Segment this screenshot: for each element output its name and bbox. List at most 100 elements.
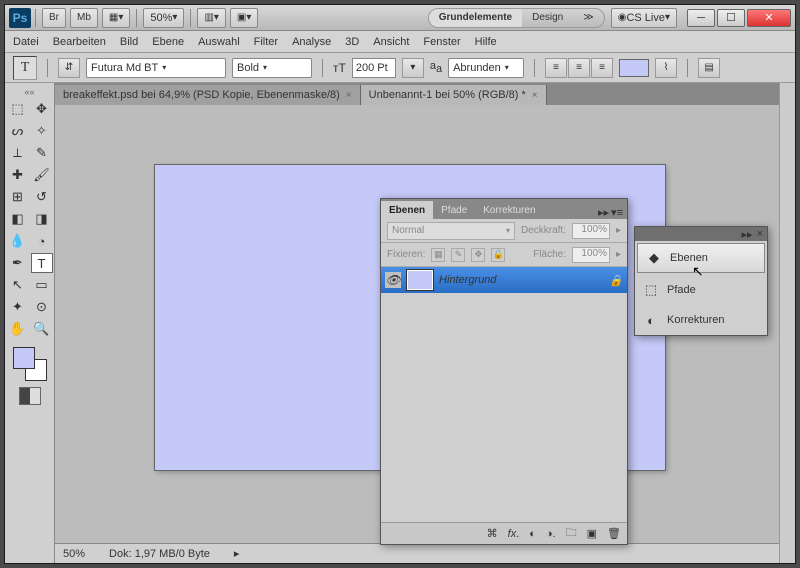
3d-tool[interactable]: ✦	[7, 297, 29, 317]
layer-group-icon[interactable]: 🗀	[566, 524, 577, 543]
flyout-close-icon[interactable]: ×	[757, 228, 763, 240]
flyout-item-pfade[interactable]: ⬚ Pfade	[635, 275, 767, 305]
menu-bearbeiten[interactable]: Bearbeiten	[53, 36, 106, 48]
menu-datei[interactable]: Datei	[13, 36, 39, 48]
zoom-tool[interactable]: 🔍	[31, 319, 53, 339]
cslive-button[interactable]: ◉ CS Live ▾	[611, 8, 677, 28]
workspace-switcher[interactable]: Grundelemente Design ≫	[428, 8, 605, 28]
brush-tool[interactable]: 🖌	[31, 165, 53, 185]
marquee-tool[interactable]: ⬚	[7, 99, 29, 119]
panel-tab-ebenen[interactable]: Ebenen	[381, 201, 433, 219]
dodge-tool[interactable]: ◔	[31, 231, 53, 251]
vertical-scrollbar[interactable]	[779, 83, 795, 563]
menu-bild[interactable]: Bild	[120, 36, 138, 48]
delete-layer-icon[interactable]: 🗑	[607, 527, 621, 540]
3d-camera-tool[interactable]: ⊙	[31, 297, 53, 317]
link-layers-icon[interactable]: ⌘	[487, 527, 498, 540]
text-orientation-button[interactable]: ⇵	[58, 58, 80, 78]
layers-panel[interactable]: Ebenen Pfade Korrekturen ▸▸▾≡ Normal Dec…	[380, 198, 628, 545]
doc-tab-2[interactable]: Unbenannt-1 bei 50% (RGB/8) *×	[361, 85, 547, 105]
arrange-button[interactable]: ▥▾	[197, 8, 225, 28]
align-left-button[interactable]: ≡	[545, 58, 567, 78]
screenmode-button[interactable]: ▣▾	[230, 8, 258, 28]
color-swatches[interactable]	[13, 347, 47, 381]
align-right-button[interactable]: ≡	[591, 58, 613, 78]
visibility-icon[interactable]: 👁	[385, 272, 401, 288]
opacity-input[interactable]: 100%	[572, 223, 610, 239]
menu-ebene[interactable]: Ebene	[152, 36, 184, 48]
status-zoom[interactable]: 50%	[63, 548, 85, 560]
character-panel-button[interactable]: ▤	[698, 58, 720, 78]
bridge-button[interactable]: Br	[42, 8, 66, 28]
lock-all-icon[interactable]: 🔒	[491, 248, 505, 262]
menu-analyse[interactable]: Analyse	[292, 36, 331, 48]
fill-arrow-icon[interactable]: ▸	[616, 249, 621, 260]
lock-pixels-icon[interactable]: ▦	[431, 248, 445, 262]
menu-ansicht[interactable]: Ansicht	[373, 36, 409, 48]
blur-tool[interactable]: 💧	[7, 231, 29, 251]
status-docsize[interactable]: Dok: 1,97 MB/0 Byte	[109, 548, 210, 560]
layers-empty-area[interactable]	[381, 293, 627, 522]
new-layer-icon[interactable]: ▣	[587, 527, 597, 540]
panel-tab-pfade[interactable]: Pfade	[433, 201, 475, 219]
gradient-tool[interactable]: ◨	[31, 209, 53, 229]
panel-collapse-icon[interactable]: ▸▸	[598, 206, 609, 219]
close-button[interactable]: ✕	[747, 9, 791, 27]
minimize-button[interactable]: ─	[687, 9, 715, 27]
pen-tool[interactable]: ✒	[7, 253, 29, 273]
panel-flyout[interactable]: ▸▸ × ◆ Ebenen ⬚ Pfade ◐ Korrekturen	[634, 226, 768, 336]
layer-thumbnail[interactable]	[407, 270, 433, 290]
history-brush-tool[interactable]: ↺	[31, 187, 53, 207]
antialias-dropdown[interactable]: Abrunden	[448, 58, 524, 78]
workspace-grundelemente[interactable]: Grundelemente	[429, 9, 522, 27]
view-extras-button[interactable]: ▦▾	[102, 8, 130, 28]
quickmask-button[interactable]	[19, 387, 41, 405]
panel-tab-korrekturen[interactable]: Korrekturen	[475, 201, 543, 219]
opacity-arrow-icon[interactable]: ▸	[616, 225, 621, 236]
minibridge-button[interactable]: Mb	[70, 8, 98, 28]
layer-row-background[interactable]: 👁 Hintergrund 🔒	[381, 267, 627, 293]
warp-text-button[interactable]: ⌇	[655, 58, 677, 78]
fill-input[interactable]: 100%	[572, 247, 610, 263]
menu-filter[interactable]: Filter	[254, 36, 278, 48]
font-weight-dropdown[interactable]: Bold	[232, 58, 312, 78]
flyout-item-ebenen[interactable]: ◆ Ebenen	[637, 243, 765, 273]
panel-menu-icon[interactable]: ▾≡	[611, 206, 623, 219]
toolbox-grip-icon[interactable]: ««	[24, 87, 34, 97]
adjustment-layer-icon[interactable]: ◑.	[546, 528, 556, 540]
close-tab-icon[interactable]: ×	[346, 90, 352, 101]
move-tool[interactable]: ✥	[31, 99, 53, 119]
eyedropper-tool[interactable]: ✎	[31, 143, 53, 163]
zoom-level-dropdown[interactable]: 50% ▾	[143, 8, 184, 28]
flyout-item-korrekturen[interactable]: ◐ Korrekturen	[635, 305, 767, 335]
menu-fenster[interactable]: Fenster	[423, 36, 460, 48]
layer-fx-icon[interactable]: fx.	[508, 528, 520, 540]
crop-tool[interactable]: ⟂	[7, 143, 29, 163]
lock-move-icon[interactable]: ✥	[471, 248, 485, 262]
shape-tool[interactable]: ▭	[31, 275, 53, 295]
menu-auswahl[interactable]: Auswahl	[198, 36, 240, 48]
type-tool[interactable]: T	[31, 253, 53, 273]
path-select-tool[interactable]: ↖	[7, 275, 29, 295]
menu-hilfe[interactable]: Hilfe	[475, 36, 497, 48]
tool-preset-icon[interactable]: T	[13, 56, 37, 80]
foreground-color[interactable]	[13, 347, 35, 369]
blendmode-dropdown[interactable]: Normal	[387, 222, 515, 240]
flyout-collapse-icon[interactable]: ▸▸	[742, 228, 753, 241]
font-size-stepper[interactable]: ▾	[402, 58, 424, 78]
workspace-design[interactable]: Design	[522, 9, 573, 27]
text-color-swatch[interactable]	[619, 59, 649, 77]
healing-tool[interactable]: ✚	[7, 165, 29, 185]
workspace-more[interactable]: ≫	[573, 9, 603, 27]
eraser-tool[interactable]: ◧	[7, 209, 29, 229]
align-center-button[interactable]: ≡	[568, 58, 590, 78]
close-tab-icon[interactable]: ×	[532, 90, 538, 101]
doc-tab-1[interactable]: breakeffekt.psd bei 64,9% (PSD Kopie, Eb…	[55, 85, 361, 105]
layer-mask-icon[interactable]: ◐	[529, 528, 536, 540]
lasso-tool[interactable]: ᔕ	[7, 121, 29, 141]
stamp-tool[interactable]: ⊞	[7, 187, 29, 207]
maximize-button[interactable]: ☐	[717, 9, 745, 27]
font-size-input[interactable]: 200 Pt	[352, 58, 396, 78]
font-family-dropdown[interactable]: Futura Md BT	[86, 58, 226, 78]
menu-3d[interactable]: 3D	[345, 36, 359, 48]
